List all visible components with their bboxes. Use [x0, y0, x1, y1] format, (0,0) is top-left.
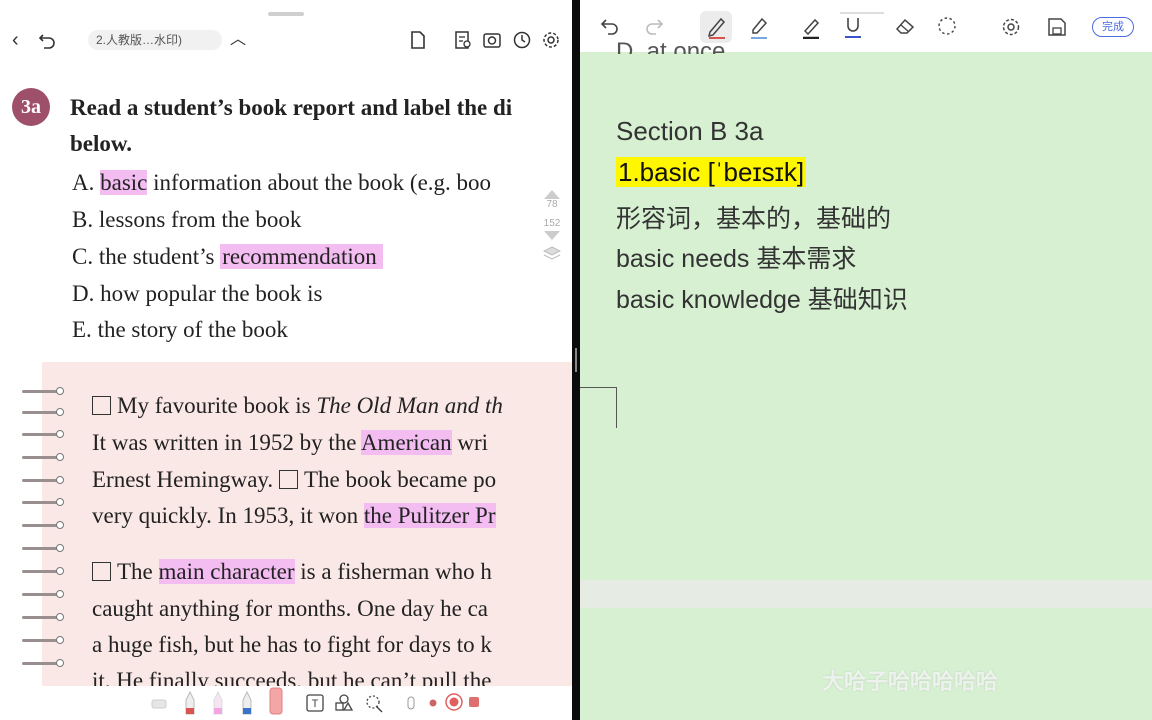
svg-text:T: T [312, 698, 319, 710]
passage-line-2: It was written in 1952 by the American w… [92, 430, 489, 455]
left-bottom-toolbar: T [0, 686, 572, 720]
text-box-frame[interactable] [580, 387, 617, 428]
spiral-ring [22, 453, 64, 461]
undo-icon[interactable] [600, 17, 620, 35]
color-dot-icon[interactable] [428, 698, 438, 708]
vocab-example-2: basic knowledge 基础知识 [616, 286, 908, 314]
save-icon[interactable] [1047, 17, 1067, 37]
lasso-select-icon[interactable] [936, 16, 958, 36]
watermark-text: 大哈子哈哈哈哈哈 [822, 669, 999, 694]
label-checkbox[interactable] [278, 470, 298, 489]
spiral-ring [22, 387, 64, 395]
document-search-icon[interactable] [454, 31, 472, 49]
drag-handle[interactable] [268, 12, 304, 16]
page-number-current: 78 [546, 199, 558, 210]
page-icon[interactable] [410, 31, 426, 49]
passage-line-6: caught anything for months. One day he c… [92, 596, 488, 621]
passage-line-1: My favourite book is The Old Man and th [92, 391, 503, 421]
passage-line-4: very quickly. In 1953, it won the Pulitz… [92, 503, 496, 528]
text-tool-icon[interactable]: T [306, 694, 324, 712]
settings-gear-icon[interactable] [1001, 17, 1021, 37]
instruction-line-1: Read a student’s book report and label t… [70, 95, 513, 120]
section-title: Section B 3a [616, 116, 764, 146]
highlighter-tool-icon[interactable] [748, 15, 770, 39]
option-b: B. lessons from the book [72, 207, 302, 232]
vocab-heading: 1.basic [ˈbeɪsɪk] [616, 156, 807, 188]
highlight-basic: basic [100, 170, 148, 195]
blue-pen-icon[interactable] [240, 690, 254, 716]
document-title[interactable]: 2.人教版…水印) [88, 30, 222, 50]
spiral-ring [22, 613, 64, 621]
spiral-ring [22, 636, 64, 644]
textbook-panel: ‹ 2.人教版…水印) ︿ 3a Read a student’s book r… [0, 0, 572, 720]
page-separator [580, 580, 1152, 608]
spiral-ring [22, 544, 64, 552]
page-number-total: 152 [543, 218, 561, 229]
passage-line-5: The main character is a fisherman who h [92, 557, 492, 587]
left-toolbar: ‹ 2.人教版…水印) ︿ [0, 0, 572, 66]
page-scroller[interactable]: 78 152 [540, 190, 564, 290]
spiral-ring [22, 476, 64, 484]
spiral-ring [22, 590, 64, 598]
underline-tool-icon[interactable] [842, 15, 864, 39]
eraser-icon[interactable] [894, 16, 916, 36]
label-checkbox[interactable] [92, 562, 111, 581]
option-c: C. the student’s recommendation [72, 242, 383, 272]
spiral-ring [22, 498, 64, 506]
scroll-up-icon[interactable] [544, 190, 560, 199]
vocab-meaning: 形容词，基本的，基础的 [616, 205, 892, 233]
undo-icon[interactable] [38, 31, 56, 49]
spiral-ring [22, 408, 64, 416]
clock-icon[interactable] [513, 31, 531, 49]
highlight-pulitzer: the Pulitzer Pr [363, 503, 496, 528]
redo-icon[interactable] [644, 17, 664, 35]
exercise-badge: 3a [12, 88, 50, 126]
spiral-ring [22, 430, 64, 438]
option-e: E. the story of the book [72, 317, 288, 342]
chevron-up-icon[interactable]: ︿ [230, 30, 246, 50]
spiral-ring [22, 521, 64, 529]
done-button[interactable]: 完成 [1092, 17, 1134, 37]
square-color-icon[interactable] [468, 696, 480, 708]
highlight-recommendation: recommendation [220, 244, 383, 269]
pen-tool-icon[interactable] [706, 15, 728, 39]
pen-size-icon[interactable] [406, 694, 416, 712]
spiral-ring [22, 567, 64, 575]
passage-line-7: a huge fish, but he has to fight for day… [92, 632, 492, 657]
instruction-line-2: below. [70, 131, 132, 156]
calligraphy-pen-icon[interactable] [800, 15, 822, 39]
passage-line-3: Ernest Hemingway. The book became po [92, 467, 497, 492]
highlight-main-character: main character [158, 559, 295, 584]
back-chevron-icon[interactable]: ‹ [12, 30, 19, 50]
shapes-tool-icon[interactable] [334, 694, 354, 712]
highlight-american: American [360, 430, 452, 455]
divider-grip[interactable] [575, 348, 577, 372]
vocab-word-highlight: 1.basic [ˈbeɪsɪk] [616, 157, 807, 187]
red-pen-icon[interactable] [183, 690, 197, 716]
option-a: A. basic information about the book (e.g… [72, 170, 492, 195]
label-checkbox[interactable] [92, 396, 111, 415]
toolbar-handle[interactable] [840, 12, 884, 14]
selected-color-icon[interactable] [444, 692, 464, 712]
vocab-example-1: basic needs 基本需求 [616, 245, 857, 273]
previous-note-cut-text: D. at once [616, 40, 726, 54]
settings-gear-icon[interactable] [542, 31, 560, 49]
split-divider[interactable] [572, 0, 580, 720]
eraser-tool-icon[interactable] [150, 694, 170, 712]
spiral-ring [22, 659, 64, 667]
lasso-tool-icon[interactable] [364, 694, 384, 714]
notes-panel: 完成 D. at once Section B 3a 1.basic [ˈbeɪ… [580, 0, 1152, 720]
capture-icon[interactable] [483, 31, 501, 49]
layers-icon[interactable] [542, 246, 562, 262]
option-d: D. how popular the book is [72, 281, 323, 306]
scroll-down-icon[interactable] [544, 231, 560, 240]
exercise-instruction: Read a student’s book report and label t… [70, 90, 512, 162]
highlighter-icon[interactable] [268, 686, 284, 716]
pink-marker-icon[interactable] [211, 690, 225, 716]
